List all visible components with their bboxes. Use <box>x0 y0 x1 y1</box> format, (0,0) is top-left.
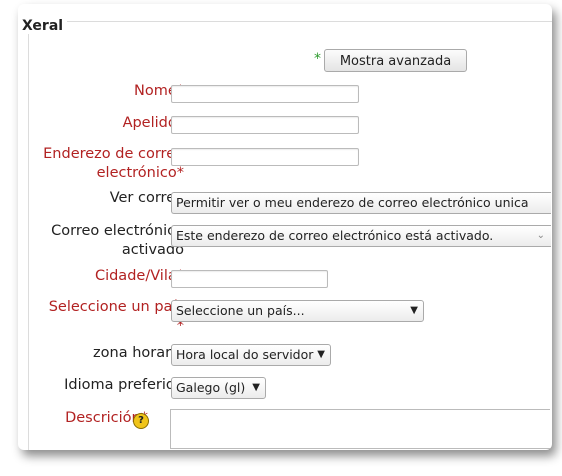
emailstop-label: Correo electrónico activado <box>51 222 184 260</box>
emailstop-label-line1: Correo electrónico <box>51 223 184 239</box>
country-label: Seleccione un país * <box>49 298 184 336</box>
show-advanced-button[interactable]: Mostra avanzada <box>324 49 467 72</box>
email-input[interactable] <box>171 148 359 166</box>
email-label: Enderezo de correo electrónico* <box>43 145 184 183</box>
lang-value: Galego (gl) <box>176 380 246 395</box>
maildisplay-select[interactable]: Permitir ver o meu enderezo de correo el… <box>171 192 551 214</box>
country-select[interactable]: Seleccione un país... ▼ <box>171 300 424 322</box>
lang-label: Idioma preferido <box>64 377 184 393</box>
emailstop-label-line2: activado <box>121 242 184 258</box>
emailstop-value: Este enderezo de correo electrónico está… <box>176 228 494 243</box>
email-label-line2: electrónico* <box>96 165 184 181</box>
help-icon[interactable]: ? <box>133 413 149 429</box>
country-label-line2: * <box>176 318 184 334</box>
country-label-line1: Seleccione un país <box>48 299 184 315</box>
emailstop-select[interactable]: Este enderezo de correo electrónico está… <box>171 225 551 247</box>
maildisplay-value: Permitir ver o meu enderezo de correo el… <box>176 195 529 210</box>
chevron-down-icon: ▼ <box>252 382 260 393</box>
timezone-select[interactable]: Hora local do servidor ▼ <box>171 344 331 366</box>
description-editor[interactable] <box>170 409 550 449</box>
firstname-input[interactable] <box>171 85 359 103</box>
lastname-input[interactable] <box>171 116 359 134</box>
email-label-line1: Enderezo de correo <box>43 146 184 162</box>
chevron-down-icon: ⌄ <box>536 230 545 241</box>
timezone-value: Hora local do servidor <box>176 347 314 362</box>
country-value: Seleccione un país... <box>176 303 305 318</box>
advanced-marker: * <box>314 51 321 67</box>
chevron-down-icon: ▼ <box>317 349 325 360</box>
section-legend: Xeral <box>22 18 68 34</box>
city-input[interactable] <box>171 270 328 288</box>
lang-select[interactable]: Galego (gl) ▼ <box>171 377 266 399</box>
chevron-down-icon: ▼ <box>410 305 418 316</box>
